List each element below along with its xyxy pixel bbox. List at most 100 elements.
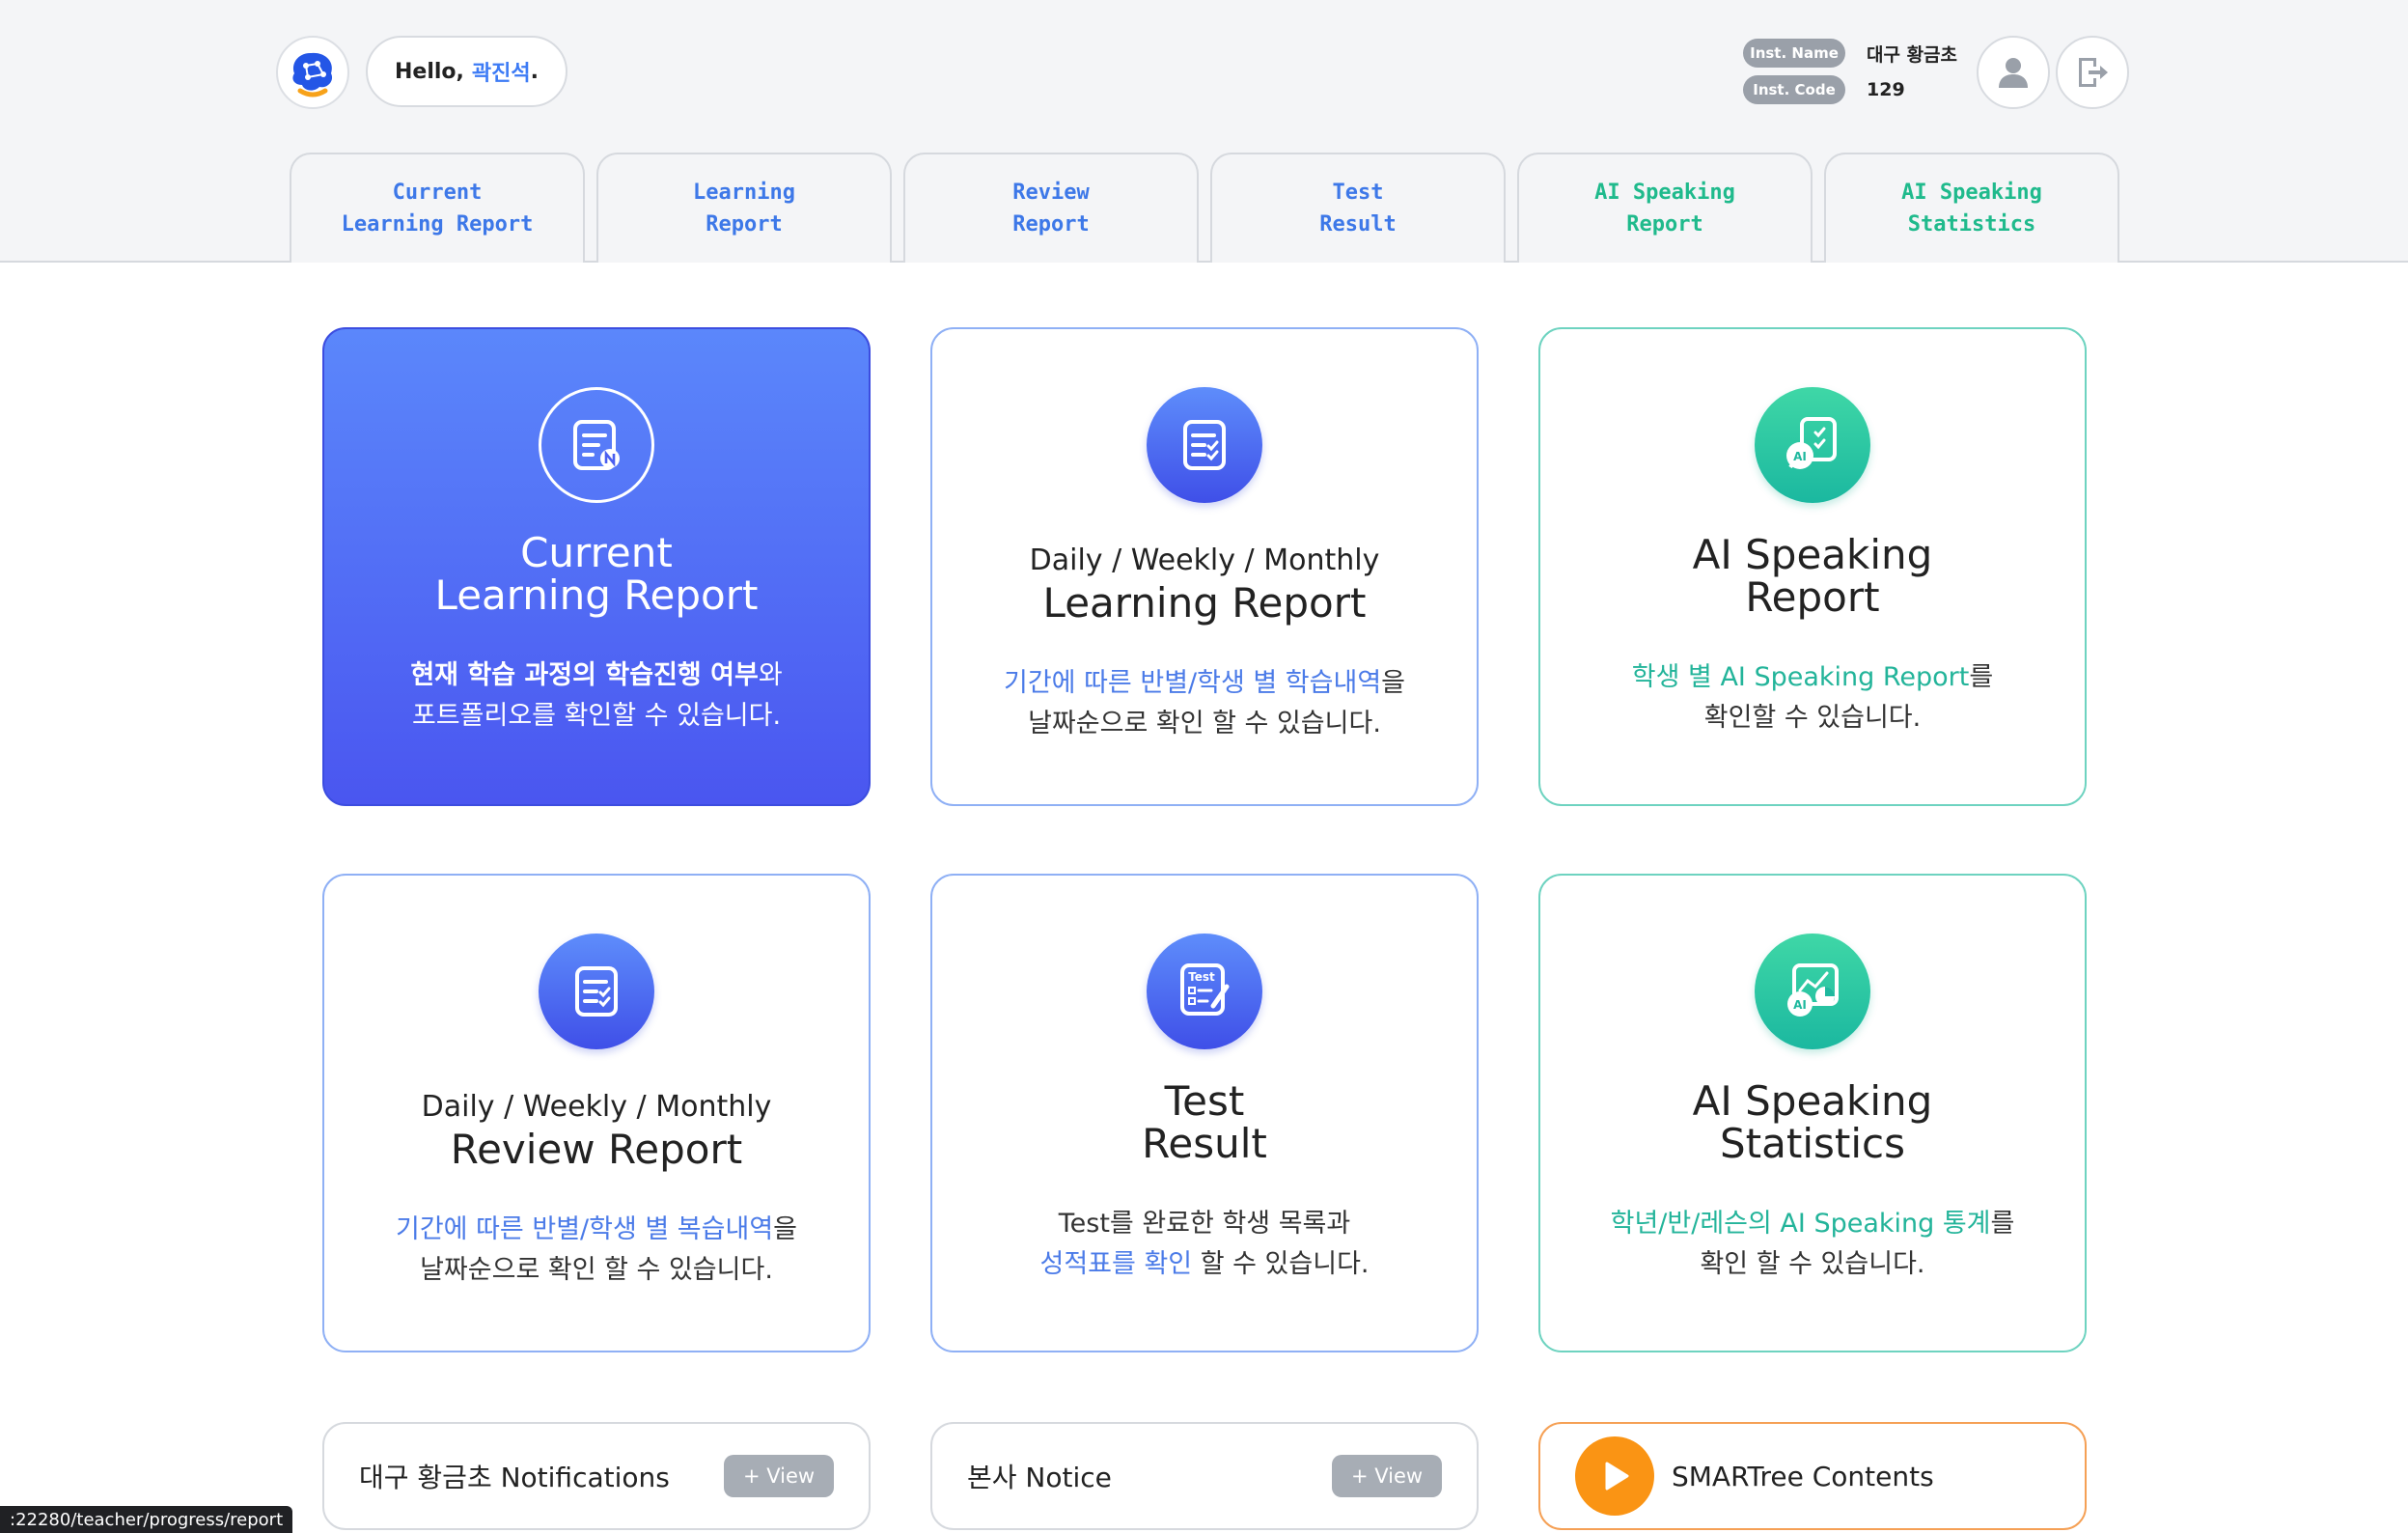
desc-highlight: 기간에 따른 반별/학생 별 학습내역 bbox=[1003, 668, 1382, 698]
ai-speaking-report-icon: AI bbox=[1786, 417, 1837, 469]
test-sheet-icon: Test bbox=[1180, 963, 1230, 1016]
card-icon-wrap: AI bbox=[1755, 934, 1870, 1049]
user-name: 곽진석 bbox=[471, 62, 531, 86]
card-title-line1: AI Speaking bbox=[1692, 531, 1933, 578]
card-title-line2: Report bbox=[1745, 573, 1880, 621]
desc-strong: 현재 학습 과정의 학습진행 여부 bbox=[410, 660, 759, 690]
card-icon-wrap bbox=[1147, 387, 1262, 503]
checklist-icon bbox=[575, 966, 618, 1017]
desc-rest: 를 bbox=[1990, 1209, 2015, 1239]
card-ai-speaking-report[interactable]: AI AI Speaking Report 학생 별 AI Speaking R… bbox=[1538, 327, 2087, 806]
card-title-line2: Statistics bbox=[1719, 1120, 1905, 1167]
greeting-prefix: Hello, bbox=[395, 59, 464, 84]
play-icon bbox=[1575, 1436, 1654, 1516]
report-new-icon bbox=[573, 420, 620, 470]
card-learning-report[interactable]: Daily / Weekly / Monthly Learning Report… bbox=[930, 327, 1479, 806]
desc-highlight: 학년/반/레슨의 AI Speaking 통계 bbox=[1610, 1209, 1991, 1239]
inst-name-badge: Inst. Name bbox=[1743, 39, 1845, 68]
card-title: AI Speaking Report bbox=[1693, 534, 1933, 619]
smartree-contents-label: SMARTree Contents bbox=[1672, 1460, 1934, 1492]
report-tabs: Current Learning Report Learning Report … bbox=[290, 153, 2119, 263]
card-subtitle: Daily / Weekly / Monthly bbox=[1029, 544, 1380, 577]
desc-line1: Test를 완료한 학생 목록과 bbox=[1058, 1209, 1351, 1239]
tab-label-line2: Result bbox=[1319, 212, 1397, 237]
inst-name-value: 대구 황금초 bbox=[1867, 43, 1958, 66]
card-title-line2: Learning Report bbox=[434, 571, 759, 619]
tab-label-line1: AI Speaking bbox=[1901, 181, 2042, 205]
tab-label-line2: Report bbox=[1626, 212, 1703, 237]
card-description: Test를 완료한 학생 목록과 성적표를 확인 할 수 있습니다. bbox=[1040, 1204, 1370, 1285]
logout-icon bbox=[2079, 58, 2108, 87]
tab-label-line1: Test bbox=[1332, 181, 1384, 205]
greeting-pill: Hello, 곽진석 . bbox=[366, 36, 567, 107]
desc-line2: 확인 할 수 있습니다. bbox=[1700, 1249, 1925, 1279]
institution-info: Inst. Name 대구 황금초 Inst. Code 129 bbox=[1743, 35, 1957, 108]
notifications-box: 대구 황금초 Notifications + View bbox=[322, 1422, 871, 1530]
logout-button[interactable] bbox=[2056, 36, 2129, 109]
ai-badge-text: AI bbox=[1793, 998, 1807, 1012]
card-review-report[interactable]: Daily / Weekly / Monthly Review Report 기… bbox=[322, 874, 871, 1352]
desc-highlight: 성적표를 확인 bbox=[1039, 1249, 1193, 1279]
desc-line2: 확인할 수 있습니다. bbox=[1703, 703, 1922, 733]
inst-code-badge: Inst. Code bbox=[1743, 75, 1845, 104]
card-title: AI Speaking Statistics bbox=[1693, 1080, 1933, 1165]
card-subtitle: Daily / Weekly / Monthly bbox=[421, 1090, 772, 1124]
desc-rest: 와 bbox=[758, 660, 783, 690]
card-description: 기간에 따른 반별/학생 별 복습내역을 날짜순으로 확인 할 수 있습니다. bbox=[396, 1210, 797, 1291]
tab-label-line2: Statistics bbox=[1907, 212, 2036, 237]
tab-label-line1: Learning bbox=[693, 181, 795, 205]
tab-review-report[interactable]: Review Report bbox=[903, 153, 1199, 263]
tab-ai-speaking-statistics[interactable]: AI Speaking Statistics bbox=[1824, 153, 2119, 263]
card-icon-wrap bbox=[539, 387, 654, 503]
notifications-title: 대구 황금초 Notifications bbox=[359, 1462, 670, 1493]
card-title-line2: Result bbox=[1142, 1120, 1267, 1167]
notifications-view-button[interactable]: + View bbox=[724, 1455, 834, 1497]
checklist-icon bbox=[1183, 420, 1226, 470]
user-icon bbox=[1999, 58, 2028, 88]
status-bar-url: :22280/teacher/progress/report bbox=[0, 1506, 293, 1533]
brain-logo-icon bbox=[292, 52, 333, 98]
tab-label-line2: Learning Report bbox=[341, 212, 534, 237]
tab-test-result[interactable]: Test Result bbox=[1210, 153, 1506, 263]
smartree-contents-link[interactable]: SMARTree Contents bbox=[1538, 1422, 2087, 1530]
tab-label-line1: AI Speaking bbox=[1594, 181, 1735, 205]
desc-line2: 날짜순으로 확인 할 수 있습니다. bbox=[1028, 709, 1381, 739]
card-title-line1: AI Speaking bbox=[1692, 1077, 1933, 1125]
card-title: Learning Report bbox=[1042, 579, 1367, 627]
desc-rest: 을 bbox=[773, 1214, 798, 1244]
desc-rest: 를 bbox=[1969, 662, 1994, 692]
desc-highlight: 기간에 따른 반별/학생 별 복습내역 bbox=[395, 1214, 774, 1244]
desc-line2: 날짜순으로 확인 할 수 있습니다. bbox=[420, 1255, 773, 1285]
tab-label-line1: Review bbox=[1012, 181, 1090, 205]
greeting-suffix: . bbox=[530, 59, 539, 84]
card-title: Review Report bbox=[450, 1126, 743, 1173]
top-header: Hello, 곽진석 . Inst. Name 대구 황금초 Inst. Cod… bbox=[0, 0, 2408, 263]
notice-box: 본사 Notice + View bbox=[930, 1422, 1479, 1530]
card-title: Test Result bbox=[1142, 1080, 1267, 1165]
desc-rest: 을 bbox=[1381, 668, 1406, 698]
card-title-line1: Current bbox=[520, 529, 673, 576]
card-description: 학생 별 AI Speaking Report를 확인할 수 있습니다. bbox=[1632, 657, 1993, 739]
card-test-result[interactable]: Test Test Result Test를 완료한 학생 목록과 성적표를 확… bbox=[930, 874, 1479, 1352]
desc-highlight: 학생 별 AI Speaking Report bbox=[1631, 662, 1970, 692]
app-logo[interactable] bbox=[276, 36, 349, 109]
desc-line2: 포트폴리오를 확인할 수 있습니다. bbox=[411, 701, 782, 731]
tab-label-line2: Report bbox=[706, 212, 783, 237]
user-profile-button[interactable] bbox=[1977, 36, 2050, 109]
notice-view-button[interactable]: + View bbox=[1332, 1455, 1442, 1497]
card-icon-wrap: Test bbox=[1147, 934, 1262, 1049]
test-icon-text: Test bbox=[1188, 970, 1215, 984]
tab-label-line2: Report bbox=[1012, 212, 1090, 237]
card-title-line1: Test bbox=[1164, 1077, 1245, 1125]
tab-current-learning-report[interactable]: Current Learning Report bbox=[290, 153, 585, 263]
card-title: Current Learning Report bbox=[435, 532, 759, 617]
notice-title: 본사 Notice bbox=[967, 1462, 1112, 1493]
card-description: 현재 학습 과정의 학습진행 여부와 포트폴리오를 확인할 수 있습니다. bbox=[410, 655, 782, 737]
card-icon-wrap: AI bbox=[1755, 387, 1870, 503]
desc-rest: 할 수 있습니다. bbox=[1192, 1249, 1370, 1279]
card-current-learning-report[interactable]: Current Learning Report 현재 학습 과정의 학습진행 여… bbox=[322, 327, 871, 806]
tab-learning-report[interactable]: Learning Report bbox=[596, 153, 892, 263]
tab-label-line1: Current bbox=[392, 181, 483, 205]
card-ai-speaking-statistics[interactable]: AI AI Speaking Statistics 학년/반/레슨의 AI Sp… bbox=[1538, 874, 2087, 1352]
tab-ai-speaking-report[interactable]: AI Speaking Report bbox=[1517, 153, 1813, 263]
